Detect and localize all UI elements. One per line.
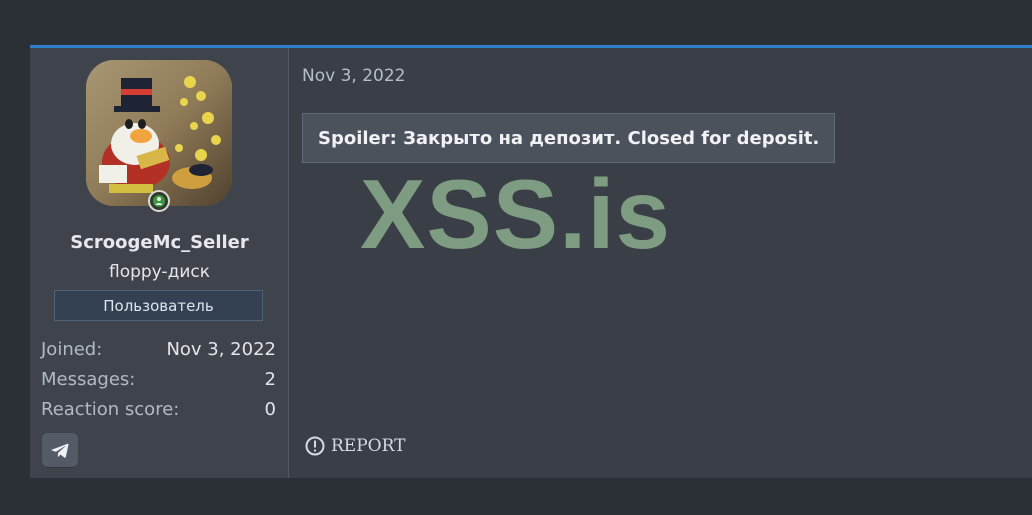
- post-date[interactable]: Nov 3, 2022: [302, 66, 405, 86]
- report-link[interactable]: REPORT: [305, 436, 405, 456]
- avatar-image: [86, 60, 232, 206]
- user-stats: Joined: Nov 3, 2022 Messages: 2 Reaction…: [41, 334, 276, 424]
- report-icon: [305, 436, 325, 456]
- user-panel: ScroogeMc_Seller floppy-диск Пользовател…: [30, 48, 289, 478]
- spoiler-button[interactable]: Spoiler: Закрыто на депозит. Closed for …: [302, 113, 835, 163]
- username[interactable]: ScroogeMc_Seller: [30, 232, 289, 253]
- messages-row: Messages: 2: [41, 364, 276, 394]
- reaction-score-label: Reaction score:: [41, 398, 180, 420]
- report-label: REPORT: [331, 436, 406, 456]
- telegram-icon: [51, 443, 69, 458]
- role-badge: Пользователь: [54, 290, 263, 321]
- avatar[interactable]: [86, 60, 232, 206]
- reaction-score-value: 0: [264, 398, 276, 420]
- user-title: floppy-диск: [108, 262, 210, 282]
- joined-row: Joined: Nov 3, 2022: [41, 334, 276, 364]
- messages-label: Messages:: [41, 368, 136, 390]
- reaction-score-row: Reaction score: 0: [41, 394, 276, 424]
- avatar-wrapper[interactable]: [86, 60, 232, 212]
- watermark-text: XSS.is: [360, 159, 672, 269]
- telegram-button[interactable]: [42, 433, 78, 467]
- forum-post: ScroogeMc_Seller floppy-диск Пользовател…: [30, 45, 1032, 478]
- joined-value: Nov 3, 2022: [166, 338, 276, 360]
- online-indicator-icon: [148, 190, 170, 212]
- joined-label: Joined:: [41, 338, 103, 360]
- messages-value: 2: [264, 368, 276, 390]
